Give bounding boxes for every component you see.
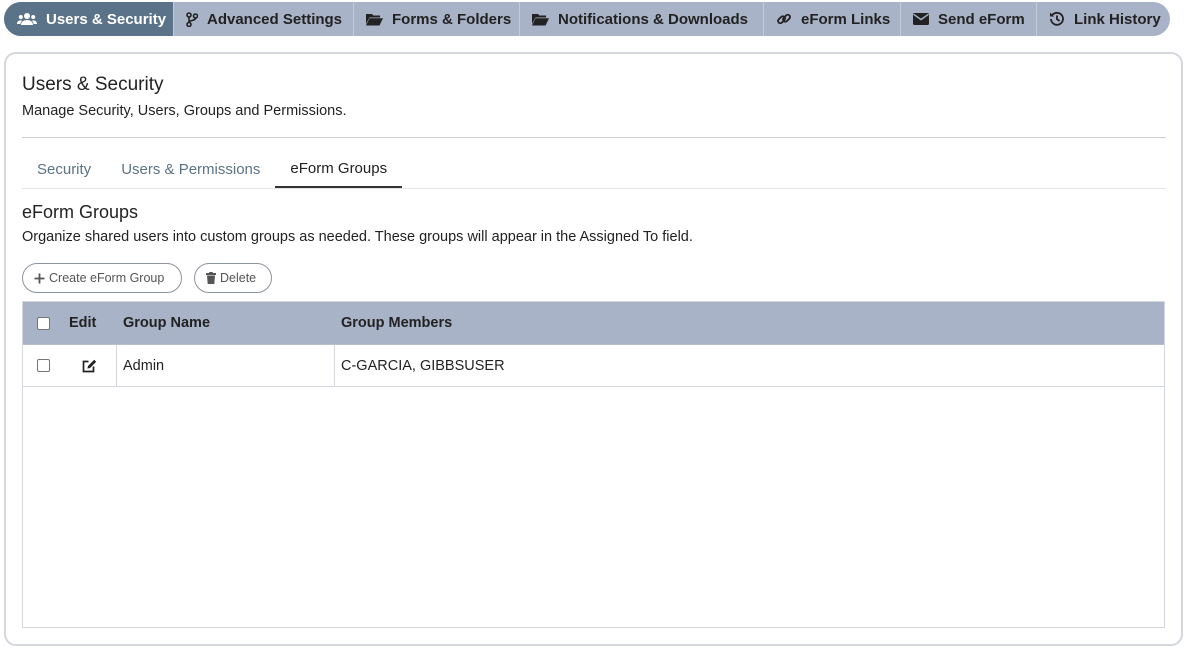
- table-header: Edit Group Name Group Members: [23, 302, 1164, 345]
- history-icon: [1050, 11, 1064, 26]
- nav-users-security[interactable]: Users & Security: [4, 2, 174, 36]
- nav-label: Users & Security: [46, 10, 167, 28]
- select-all-cell: [23, 302, 63, 344]
- plus-icon: [34, 273, 45, 283]
- main-card: Users & Security Manage Security, Users,…: [4, 52, 1183, 646]
- tab-security[interactable]: Security: [22, 151, 106, 187]
- users-icon: [17, 13, 37, 25]
- envelope-icon: [913, 13, 929, 25]
- group-members-cell: C-GARCIA, GIBBSUSER: [341, 357, 505, 374]
- nav-forms-folders[interactable]: Forms & Folders: [354, 2, 520, 36]
- nav-advanced-settings[interactable]: Advanced Settings: [174, 2, 354, 36]
- nav-link-history[interactable]: Link History: [1037, 2, 1170, 36]
- section-description: Organize shared users into custom groups…: [22, 229, 693, 245]
- column-header-edit: Edit: [69, 315, 97, 331]
- nav-label: Link History: [1074, 10, 1161, 28]
- nav-notifications-downloads[interactable]: Notifications & Downloads: [520, 2, 764, 36]
- folder-open-icon: [366, 13, 383, 25]
- tab-users-permissions[interactable]: Users & Permissions: [106, 151, 275, 187]
- create-eform-group-button[interactable]: Create eForm Group: [22, 263, 182, 293]
- top-nav: Users & Security Advanced Settings Forms…: [4, 2, 1170, 36]
- page-title: Users & Security: [22, 74, 164, 95]
- create-eform-group-label: Create eForm Group: [49, 271, 165, 285]
- delete-label: Delete: [220, 271, 257, 285]
- tab-eform-groups[interactable]: eForm Groups: [275, 151, 403, 188]
- sub-tabs: Security Users & Permissions eForm Group…: [22, 151, 1166, 189]
- nav-eform-links[interactable]: eForm Links: [764, 2, 901, 36]
- page-subtitle: Manage Security, Users, Groups and Permi…: [22, 103, 347, 119]
- nav-label: Advanced Settings: [207, 10, 343, 28]
- code-branch-icon: [186, 11, 198, 27]
- nav-send-eform[interactable]: Send eForm: [901, 2, 1037, 36]
- edit-cell: [63, 345, 117, 386]
- nav-label: eForm Links: [801, 10, 891, 28]
- eform-groups-table: Edit Group Name Group Members Admin C-GA…: [22, 301, 1165, 628]
- nav-label: Send eForm: [938, 10, 1025, 28]
- row-checkbox[interactable]: [36, 359, 50, 372]
- group-name-cell: Admin: [117, 345, 335, 386]
- trash-icon: [206, 272, 216, 284]
- select-all-checkbox[interactable]: [36, 316, 50, 330]
- nav-label: Notifications & Downloads: [558, 10, 749, 28]
- section-title: eForm Groups: [22, 202, 139, 222]
- folder-open-icon: [532, 13, 549, 25]
- table-row[interactable]: Admin C-GARCIA, GIBBSUSER: [23, 345, 1164, 387]
- divider: [22, 137, 1166, 138]
- link-icon: [777, 13, 791, 25]
- nav-label: Forms & Folders: [392, 10, 512, 28]
- row-check-cell: [23, 345, 63, 386]
- column-header-group-name[interactable]: Group Name: [117, 302, 335, 344]
- edit-icon[interactable]: [82, 359, 97, 373]
- column-header-group-members[interactable]: Group Members: [335, 302, 1164, 344]
- delete-button[interactable]: Delete: [194, 263, 272, 293]
